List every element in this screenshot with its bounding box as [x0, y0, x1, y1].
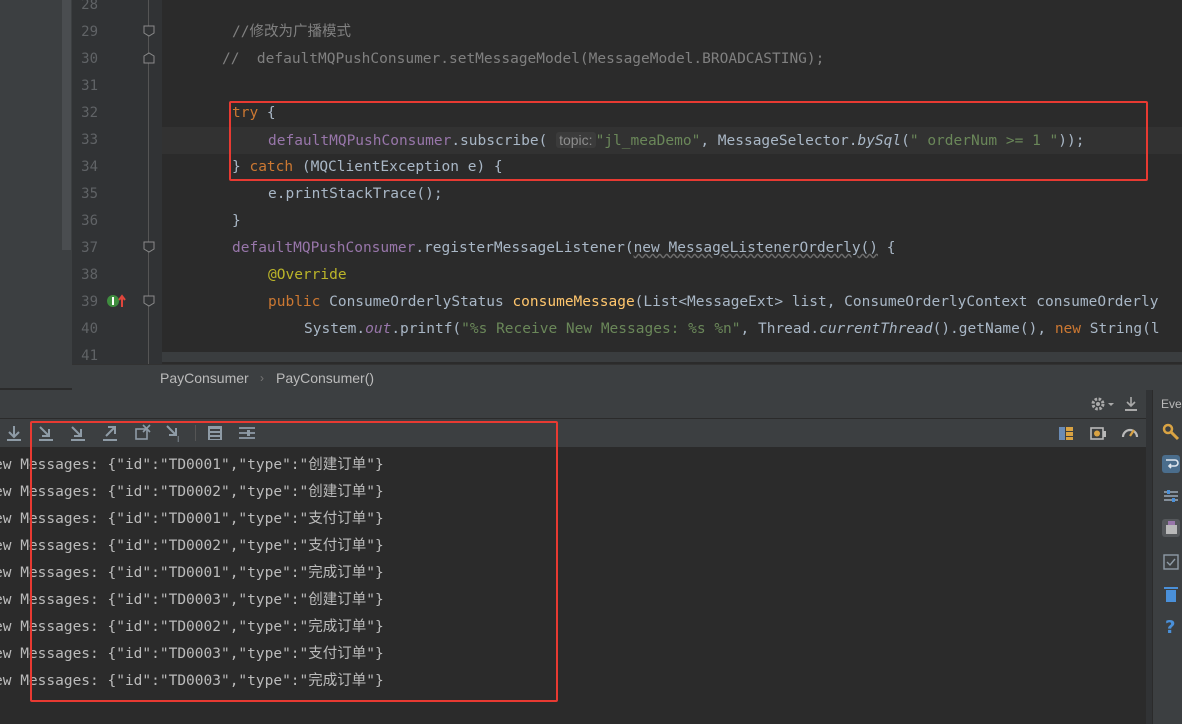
- line-number: 36: [81, 213, 98, 229]
- line-number: 37: [81, 240, 98, 256]
- code-line-38: @Override: [268, 262, 347, 289]
- code-comment: defaultMQPushConsumer.setMessageModel(Me…: [239, 51, 825, 67]
- fold-marker-icon[interactable]: [143, 241, 155, 253]
- line-number: 28: [81, 0, 98, 13]
- code-keyword: new: [1054, 321, 1082, 337]
- fold-marker-icon[interactable]: [143, 52, 155, 64]
- fold-marker-icon[interactable]: [143, 295, 155, 307]
- restore-layout-icon[interactable]: [1056, 423, 1076, 443]
- anonymous-class: new MessageListenerOrderly(): [633, 240, 879, 256]
- editor-horizontal-scrollbar[interactable]: [162, 352, 1182, 362]
- speedometer-icon[interactable]: [1120, 423, 1140, 443]
- line-number: 29: [81, 24, 98, 40]
- fold-marker-icon[interactable]: [143, 25, 155, 37]
- code-text: .registerMessageListener(: [415, 240, 634, 256]
- trash-icon[interactable]: [1161, 584, 1181, 604]
- line-number: 32: [81, 105, 98, 121]
- hide-panel-icon[interactable]: [1123, 395, 1139, 413]
- code-text: String(l: [1081, 321, 1160, 337]
- code-string: "%s Receive New Messages: %s %n": [461, 321, 741, 337]
- code-text: , Thread.: [740, 321, 820, 337]
- implements-method-icon[interactable]: [106, 293, 128, 309]
- code-text: {: [878, 240, 896, 256]
- svg-text:?: ?: [1165, 617, 1175, 636]
- code-type: ConsumeOrderlyStatus: [320, 294, 513, 310]
- camera-snapshot-icon[interactable]: [1088, 423, 1108, 443]
- code-keyword: public: [268, 294, 321, 310]
- line-number: 31: [81, 78, 98, 94]
- line-number: 30: [81, 51, 98, 67]
- breadcrumb: PayConsumer › PayConsumer(): [72, 364, 1182, 391]
- checkbox-icon[interactable]: [1161, 552, 1181, 572]
- line-number: 38: [81, 267, 98, 283]
- code-text: e.printStackTrace();: [268, 186, 443, 202]
- breadcrumb-class[interactable]: PayConsumer: [160, 370, 249, 386]
- event-log-panel: Eve ?: [1152, 390, 1182, 724]
- scroll-to-end-icon[interactable]: [4, 423, 24, 443]
- code-annotation: @Override: [268, 267, 347, 283]
- code-method: consumeMessage: [512, 294, 635, 310]
- breadcrumb-separator-icon: ›: [260, 371, 264, 385]
- line-number: 39: [81, 294, 98, 310]
- wrench-icon[interactable]: [1161, 422, 1181, 442]
- code-text: }: [232, 213, 241, 229]
- line-number: 40: [81, 321, 98, 337]
- help-icon[interactable]: ?: [1161, 616, 1181, 636]
- highlight-box-console: [30, 421, 558, 702]
- code-static-field: out: [365, 321, 392, 337]
- line-number: 33: [81, 132, 98, 148]
- highlight-box-subscribe: [229, 101, 1148, 181]
- sidebar-scrollbar[interactable]: [62, 0, 71, 250]
- run-panel-header: [0, 390, 1146, 419]
- code-line-36: }: [232, 208, 241, 235]
- code-comment: //修改为广播模式: [232, 24, 351, 40]
- code-text: .printf(: [391, 321, 462, 337]
- code-text: (List<MessageExt> list, ConsumeOrderlyCo…: [634, 294, 1159, 310]
- filter-settings-icon[interactable]: [1161, 486, 1181, 506]
- code-line-29: //修改为广播模式: [232, 19, 351, 46]
- code-text: System.: [304, 321, 366, 337]
- line-number: 34: [81, 159, 98, 175]
- soft-wrap-icon[interactable]: [1161, 454, 1181, 474]
- code-line-35: e.printStackTrace();: [268, 181, 443, 208]
- print-icon[interactable]: [1161, 518, 1181, 538]
- code-static-call: currentThread: [819, 321, 933, 337]
- code-line-30: // defaultMQPushConsumer.setMessageModel…: [222, 46, 824, 73]
- breadcrumb-method[interactable]: PayConsumer(): [276, 370, 374, 386]
- code-line-39: public ConsumeOrderlyStatus consumeMessa…: [268, 289, 1158, 316]
- line-number: 35: [81, 186, 98, 202]
- code-field: defaultMQPushConsumer: [232, 240, 416, 256]
- code-text: ().getName(),: [932, 321, 1055, 337]
- code-line-37: defaultMQPushConsumer.registerMessageLis…: [232, 235, 895, 262]
- event-log-title[interactable]: Eve: [1161, 397, 1182, 411]
- code-line-40: System.out.printf("%s Receive New Messag…: [304, 316, 1160, 343]
- project-sidebar-strip: [0, 0, 72, 388]
- code-comment-prefix: //: [222, 51, 240, 67]
- settings-gear-icon[interactable]: [1090, 395, 1116, 413]
